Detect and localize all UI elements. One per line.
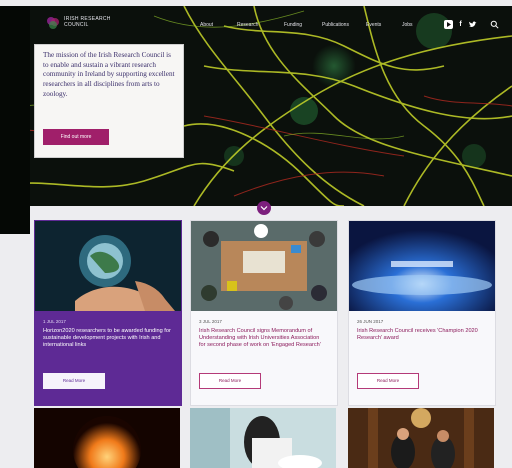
news-card-image <box>191 221 337 311</box>
news-headline[interactable]: Irish Research Council receives 'Champio… <box>357 328 485 342</box>
news-tile-image-5[interactable] <box>190 408 336 468</box>
menu-item-publications[interactable]: Publications <box>322 22 349 28</box>
menu-item-about[interactable]: About <box>200 22 213 28</box>
news-headline[interactable]: Irish Research Council signs Memorandum … <box>199 328 327 350</box>
news-card-image <box>349 221 495 311</box>
news-date: 1 JUL 2017 <box>43 319 66 324</box>
news-date: 26 JUN 2017 <box>357 319 384 324</box>
news-tile-image-4[interactable] <box>34 408 180 468</box>
find-out-more-button[interactable]: Find out more <box>43 129 109 145</box>
chevron-down-icon <box>260 206 268 211</box>
read-more-button[interactable]: Read More <box>199 373 261 389</box>
news-date: 3 JUL 2017 <box>199 319 222 324</box>
news-card-3[interactable]: 26 JUN 2017 Irish Research Council recei… <box>348 220 496 406</box>
news-card-1[interactable]: 1 JUL 2017 Horizon2020 researchers to be… <box>34 220 182 406</box>
scroll-down-button[interactable] <box>257 201 271 215</box>
left-edge-shadow <box>0 6 30 234</box>
read-more-button[interactable]: Read More <box>357 373 419 389</box>
menu-item-funding[interactable]: Funding <box>284 22 302 28</box>
mission-panel: The mission of the Irish Research Counci… <box>34 44 184 158</box>
logo-icon[interactable] <box>46 16 60 30</box>
mission-statement: The mission of the Irish Research Counci… <box>43 51 175 98</box>
menu-item-jobs[interactable]: Jobs <box>402 22 413 28</box>
twitter-icon[interactable] <box>468 20 477 29</box>
search-icon[interactable] <box>490 20 499 29</box>
news-headline[interactable]: Horizon2020 researchers to be awarded fu… <box>43 328 171 350</box>
facebook-icon[interactable]: f <box>456 20 465 29</box>
logo-text[interactable]: IRISH RESEARCH COUNCIL <box>64 16 134 28</box>
menu-item-events[interactable]: Events <box>366 22 381 28</box>
news-card-image <box>35 221 181 311</box>
top-navigation: IRISH RESEARCH COUNCIL About Research Fu… <box>4 6 512 38</box>
news-card-2[interactable]: 3 JUL 2017 Irish Research Council signs … <box>190 220 338 406</box>
news-tile-image-6[interactable] <box>348 408 494 468</box>
youtube-icon[interactable] <box>444 20 453 29</box>
read-more-button[interactable]: Read More <box>43 373 105 389</box>
menu-item-research[interactable]: Research <box>237 22 258 28</box>
